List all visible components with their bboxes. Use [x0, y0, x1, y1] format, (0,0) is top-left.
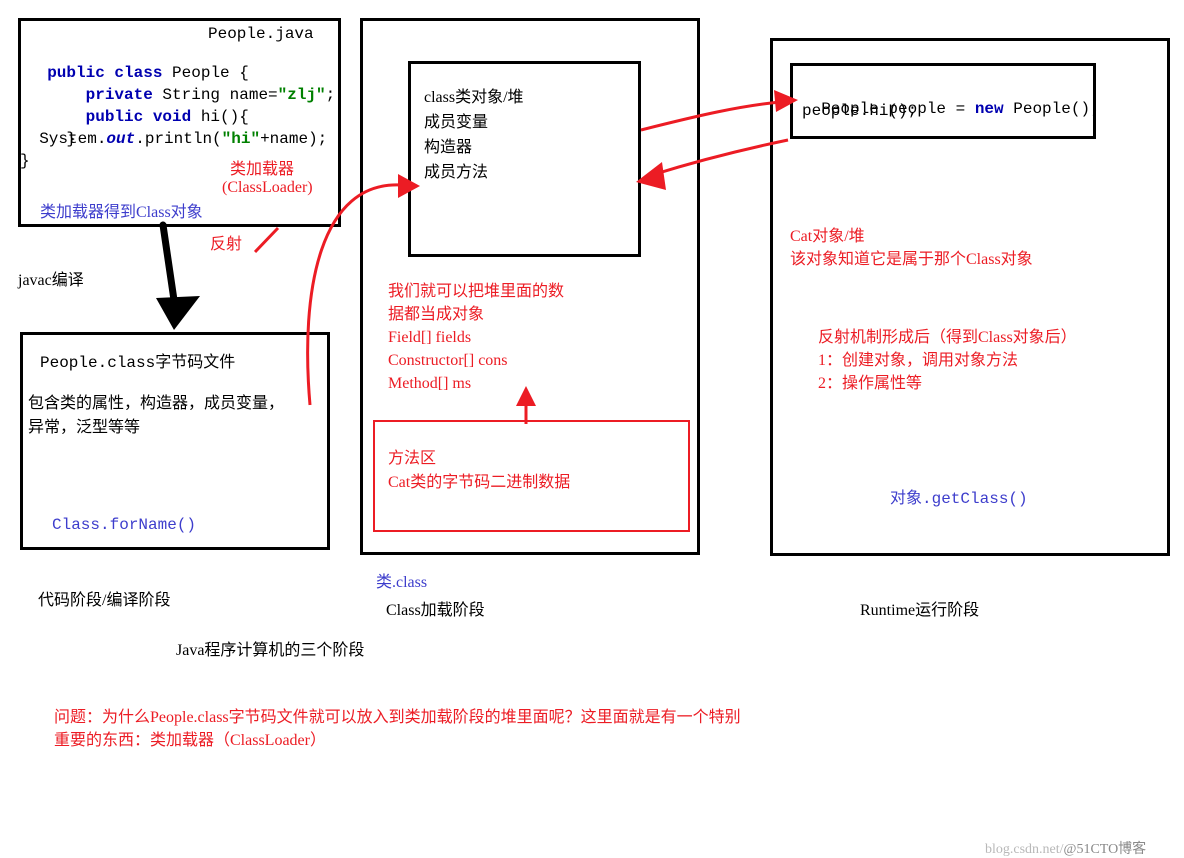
- bytecode-title: People.class字节码文件: [40, 352, 235, 374]
- classloader-en: (ClassLoader): [222, 179, 313, 197]
- class-forname: Class.forName(): [52, 514, 196, 536]
- javac-label: javac编译: [18, 266, 84, 290]
- heap-l4: 成员方法: [424, 158, 488, 182]
- code-line-6: }: [20, 150, 30, 172]
- question-text: 问题：为什么People.class字节码文件就可以放入到类加载阶段的堆里面呢？…: [54, 706, 741, 752]
- heap-l3: 构造器: [424, 133, 472, 157]
- stage3-label: Runtime运行阶段: [860, 596, 979, 620]
- reflect-after: 反射机制形成后（得到Class对象后） 1：创建对象，调用对象方法 2：操作属性…: [818, 326, 1077, 395]
- stage2-label: Class加载阶段: [386, 596, 485, 620]
- classloader-label: 类加载器: [230, 155, 294, 179]
- bytecode-body: 包含类的属性，构造器，成员变量， 异常，泛型等等: [28, 392, 284, 440]
- classloader-gets: 类加载器得到Class对象: [40, 198, 203, 222]
- code-line-5: }: [28, 128, 76, 150]
- class-dot-class: 类.class: [376, 568, 427, 592]
- runtime-code-l2: people.hi();: [802, 100, 917, 122]
- watermark: blog.csdn.net/@51CTO博客: [978, 822, 1146, 858]
- heap-l2: 成员变量: [424, 108, 488, 132]
- cat-note: Cat对象/堆 该对象知道它是属于那个Class对象: [790, 225, 1033, 271]
- getclass-label: 对象.getClass(): [890, 488, 1028, 510]
- stage1-label: 代码阶段/编译阶段: [38, 586, 170, 610]
- three-stages-label: Java程序计算机的三个阶段: [176, 636, 364, 660]
- reflect-label: 反射: [210, 230, 242, 254]
- method-area-l2: Cat类的字节码二进制数据: [388, 468, 570, 492]
- heap-l1: class类对象/堆: [424, 83, 524, 107]
- heap-explain: 我们就可以把堆里面的数 据都当成对象 Field[] fields Constr…: [388, 280, 564, 395]
- method-area-l1: 方法区: [388, 444, 436, 468]
